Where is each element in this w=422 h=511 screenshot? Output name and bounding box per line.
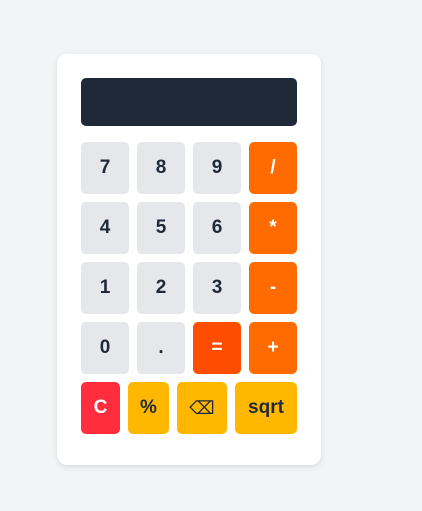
key-5[interactable]: 5: [137, 202, 185, 254]
key-row-5: C % ⌫ sqrt: [81, 382, 297, 434]
multiply-button[interactable]: *: [249, 202, 297, 254]
subtract-button[interactable]: -: [249, 262, 297, 314]
add-button[interactable]: +: [249, 322, 297, 374]
key-7[interactable]: 7: [81, 142, 129, 194]
key-8[interactable]: 8: [137, 142, 185, 194]
key-row-3: 1 2 3 -: [81, 262, 297, 314]
decimal-point-button[interactable]: .: [137, 322, 185, 374]
key-1[interactable]: 1: [81, 262, 129, 314]
key-4[interactable]: 4: [81, 202, 129, 254]
key-6[interactable]: 6: [193, 202, 241, 254]
backspace-icon: ⌫: [189, 397, 215, 419]
sqrt-button[interactable]: sqrt: [235, 382, 297, 434]
key-0[interactable]: 0: [81, 322, 129, 374]
backspace-button[interactable]: ⌫: [177, 382, 227, 434]
key-row-1: 7 8 9 /: [81, 142, 297, 194]
percent-button[interactable]: %: [128, 382, 169, 434]
calculator-card: 7 8 9 / 4 5 6 * 1 2 3 - 0 . = + C % ⌫ sq…: [57, 54, 321, 465]
key-2[interactable]: 2: [137, 262, 185, 314]
key-9[interactable]: 9: [193, 142, 241, 194]
divide-button[interactable]: /: [249, 142, 297, 194]
key-3[interactable]: 3: [193, 262, 241, 314]
key-row-2: 4 5 6 *: [81, 202, 297, 254]
clear-button[interactable]: C: [81, 382, 120, 434]
calculator-display: [81, 78, 297, 126]
key-row-4: 0 . = +: [81, 322, 297, 374]
equals-button[interactable]: =: [193, 322, 241, 374]
